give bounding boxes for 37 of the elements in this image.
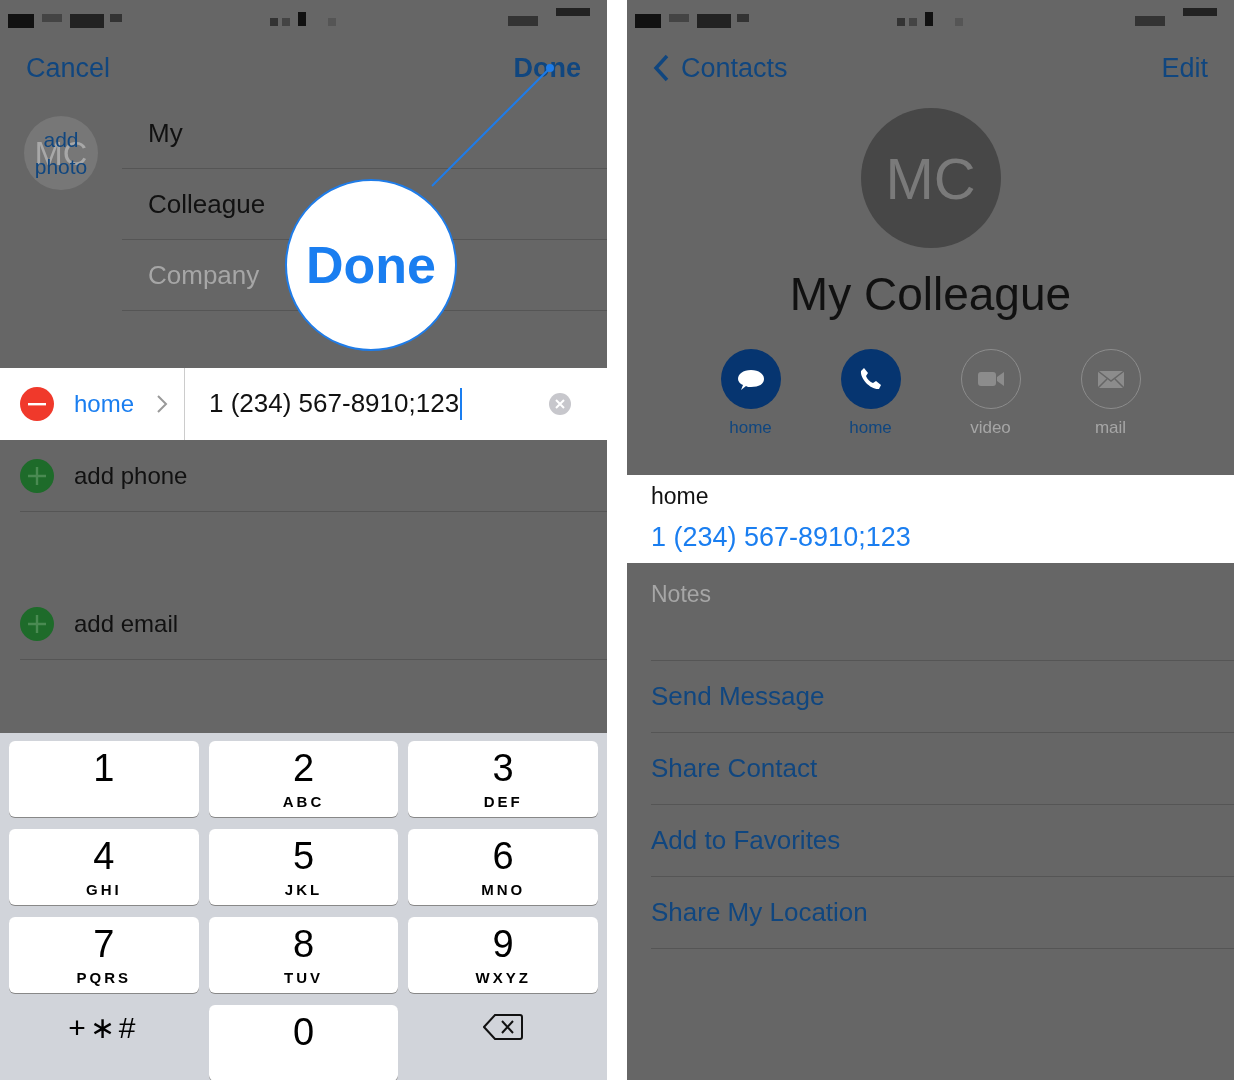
keypad-key[interactable]: 5 JKL [208,829,399,905]
action-link[interactable]: Share Contact [651,732,1234,805]
action-label: mail [1094,417,1127,439]
phone-input-field[interactable]: 1 (234) 567-8910;123 [209,388,463,420]
action-link[interactable]: Add to Favorites [651,804,1234,877]
action-label: home [729,417,772,439]
keypad-key[interactable]: 3 DEF [408,741,598,817]
keypad-key[interactable]: 1 [9,741,199,817]
callout-magnifier: Done [285,179,457,351]
notes-field[interactable]: Notes [651,562,1234,661]
back-button[interactable]: Contacts [653,47,788,89]
phone-number-link[interactable]: 1 (234) 567-8910;123 [651,517,1210,558]
phone-label-selector[interactable]: home [74,386,144,422]
back-chevron-icon [653,54,669,82]
keypad-key[interactable]: 9 WXYZ [408,917,598,993]
action-label: home [849,417,892,439]
add-field-button[interactable]: add email [74,605,179,642]
text-field[interactable]: My [122,98,607,169]
keypad-key[interactable]: 0 [208,1005,399,1080]
action-link[interactable]: Send Message [651,660,1234,733]
keypad-key[interactable]: 8 TUV [208,917,399,993]
keypad-key[interactable]: 7 PQRS [9,917,199,993]
keypad-key[interactable]: 2 ABC [208,741,399,817]
add-field-button[interactable]: add phone [74,457,188,494]
phone-type-label: home [651,481,710,511]
remove-icon[interactable] [20,387,54,421]
keypad-key[interactable]: 6 MNO [408,829,598,905]
chevron-icon [156,394,168,414]
cancel-button[interactable]: Cancel [26,47,111,89]
contact-name: My Colleague [788,267,1073,322]
backspace-icon[interactable] [483,1013,524,1041]
action-label: video [970,417,1011,439]
action-link[interactable]: Share My Location [651,876,1234,949]
edit-button[interactable]: Edit [1161,47,1208,89]
done-button[interactable]: Done [513,47,581,89]
keypad-key[interactable]: 4 GHI [9,829,199,905]
symbols-key[interactable]: +∗# [9,1005,199,1080]
